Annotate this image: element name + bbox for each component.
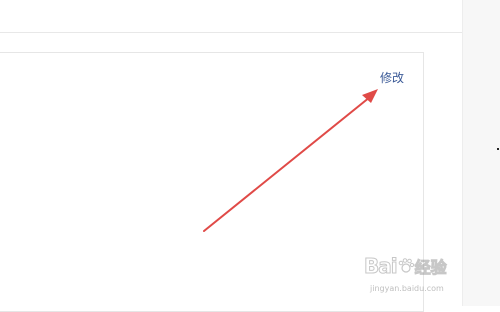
edit-link[interactable]: 修改	[380, 70, 404, 86]
watermark-logo: Bai 经验	[364, 254, 448, 279]
watermark: Bai 经验 jingyan.baidu.com	[364, 254, 496, 302]
paw-icon	[398, 258, 414, 273]
cursor-dot	[497, 148, 499, 150]
watermark-url: jingyan.baidu.com	[370, 284, 444, 293]
content-panel	[0, 52, 424, 312]
top-bar	[0, 0, 462, 33]
